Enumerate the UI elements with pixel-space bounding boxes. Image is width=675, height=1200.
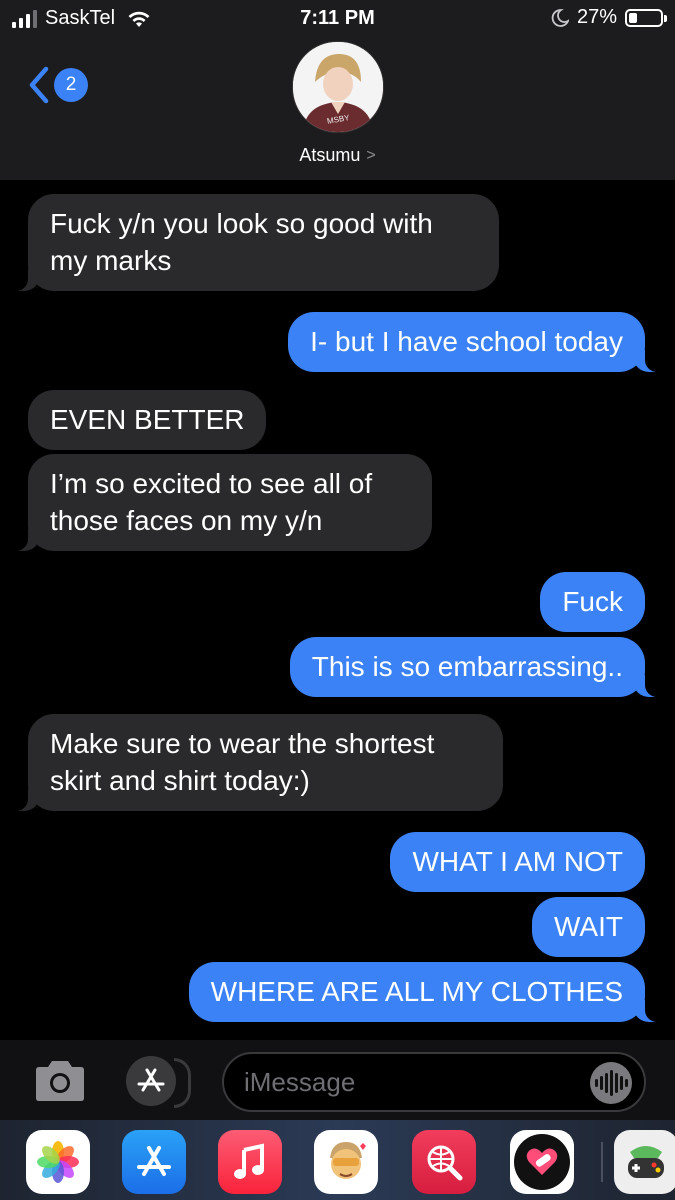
message-bubble-outgoing[interactable]: This is so embarrassing.. [289,637,668,697]
photos-flower-icon [37,1141,79,1183]
message-text: I- but I have school today [310,326,623,357]
globe-magnifier-glyph [427,1145,463,1181]
status-bar: SaskTel 7:11 PM 27% [0,0,675,40]
message-text: WHERE ARE ALL MY CLOTHES [210,976,623,1007]
app-store-drawer-button[interactable] [126,1056,176,1106]
message-bubble-outgoing[interactable]: I- but I have school today [288,312,667,372]
gamepad-bird-glyph [628,1146,664,1178]
message-bubble-incoming[interactable]: I’m so excited to see all of those faces… [6,454,432,551]
message-bubble-outgoing[interactable]: WHERE ARE ALL MY CLOTHES [188,962,668,1022]
memoji-face-glyph [330,1142,366,1179]
message-text: WHAT I AM NOT [412,846,623,877]
web-search-icon[interactable] [412,1130,476,1194]
message-text: Fuck [562,586,623,617]
do-not-disturb-moon-icon [551,8,569,27]
chevron-right-icon: > [366,146,376,164]
battery-icon [625,8,667,27]
contact-info[interactable]: MSBY Atsumu > [0,40,675,166]
message-text: Fuck y/n you look so good with my marks [50,208,433,276]
apps-button-ring [174,1058,191,1108]
message-thread[interactable]: Fuck y/n you look so good with my marks … [0,180,675,1040]
contact-name: Atsumu [299,145,361,165]
compose-bar [0,1040,675,1120]
message-bubble-incoming[interactable]: EVEN BETTER [28,390,267,450]
battery-level-fill [629,12,637,23]
message-text: EVEN BETTER [50,404,245,435]
contact-avatar[interactable]: MSBY [291,41,384,133]
imessage-app-drawer [0,1120,675,1200]
app-store-glyph [137,1146,171,1176]
drawer-divider [601,1142,603,1182]
status-right: 27% [551,6,667,29]
contact-name-button[interactable]: Atsumu > [299,145,375,166]
message-bubble-outgoing[interactable]: Fuck [540,572,645,632]
game-app-icon[interactable] [614,1130,675,1194]
conversation-header: SaskTel 7:11 PM 27% 2 MSBY Atsumu > [0,0,675,180]
heart-sticker-icon[interactable] [510,1130,574,1194]
battery-percent: 27% [576,6,617,28]
imessage-input[interactable] [222,1052,646,1112]
audio-message-icon[interactable] [590,1062,632,1104]
message-bubble-incoming[interactable]: Fuck y/n you look so good with my marks [6,194,499,291]
music-app-icon[interactable] [218,1130,282,1194]
heart-bandage-glyph [526,1148,558,1175]
camera-icon[interactable] [32,1060,88,1102]
message-text: I’m so excited to see all of those faces… [50,468,373,536]
avatar-illustration: MSBY [292,42,383,132]
music-note-glyph [234,1143,264,1179]
app-store-icon[interactable] [122,1130,186,1194]
message-bubble-outgoing[interactable]: WHAT I AM NOT [390,832,645,892]
message-text: WAIT [554,911,623,942]
message-bubble-outgoing[interactable]: WAIT [532,897,645,957]
photos-app-icon[interactable] [26,1130,90,1194]
app-store-a-icon [137,1068,165,1092]
message-bubble-incoming[interactable]: Make sure to wear the shortest skirt and… [6,714,503,811]
heart-sticker-inner [514,1134,570,1190]
memoji-sticker-icon[interactable] [314,1130,378,1194]
message-text: Make sure to wear the shortest skirt and… [50,728,435,796]
message-text: This is so embarrassing.. [311,651,623,682]
